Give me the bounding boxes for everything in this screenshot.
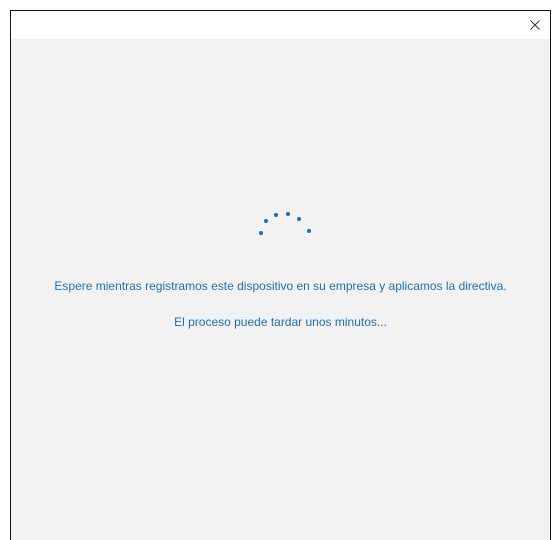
close-button[interactable] xyxy=(520,11,550,39)
registration-message: Espere mientras registramos este disposi… xyxy=(54,279,507,293)
title-bar xyxy=(11,11,550,39)
dialog-content: Espere mientras registramos este disposi… xyxy=(11,39,550,540)
close-icon xyxy=(530,20,540,30)
setup-dialog-window: Espere mientras registramos este disposi… xyxy=(10,10,551,540)
loading-dots-icon xyxy=(259,212,311,235)
wait-message: El proceso puede tardar unos minutos... xyxy=(174,315,387,329)
